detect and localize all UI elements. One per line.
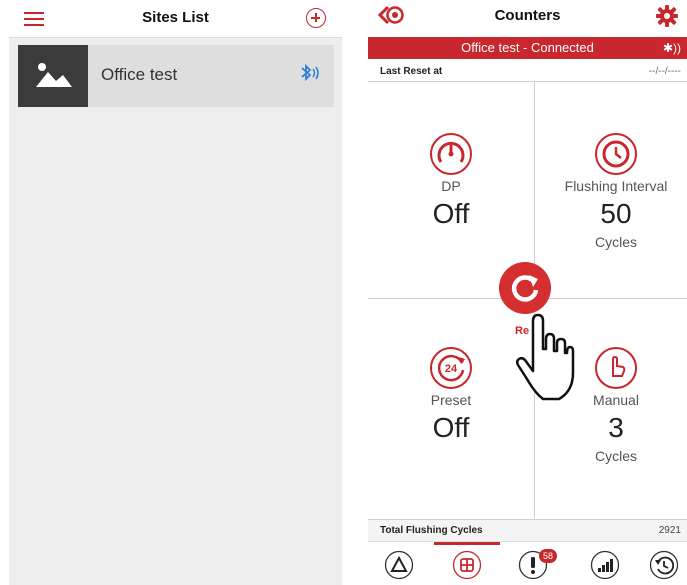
last-reset-label: Last Reset at bbox=[380, 66, 443, 77]
counter-dp[interactable]: DP Off bbox=[376, 132, 526, 230]
nav-warning-tab[interactable] bbox=[384, 550, 414, 580]
preset-icon-text: 24 bbox=[445, 363, 458, 375]
last-reset-row: Last Reset at --/--/---- bbox=[368, 62, 687, 82]
counter-label: DP bbox=[441, 178, 461, 194]
reset-button[interactable] bbox=[499, 262, 551, 314]
bluetooth-icon: ✱)) bbox=[662, 41, 681, 55]
preset-timer-icon: 24 bbox=[429, 346, 473, 390]
tap-gesture-hand-icon bbox=[515, 313, 575, 408]
gauge-icon bbox=[429, 132, 473, 176]
counter-label: Preset bbox=[430, 392, 472, 408]
counter-unit: Cycles bbox=[594, 234, 637, 250]
site-list-item[interactable]: Office test bbox=[18, 45, 334, 107]
page-title: Sites List bbox=[142, 9, 209, 26]
nav-history-tab[interactable] bbox=[649, 550, 679, 580]
counter-value: 3 bbox=[608, 412, 624, 443]
counter-unit: Cycles bbox=[594, 448, 637, 464]
bottom-nav: 58 bbox=[368, 541, 687, 585]
site-name: Office test bbox=[101, 65, 178, 84]
bluetooth-icon bbox=[298, 63, 324, 88]
active-tab-indicator bbox=[434, 542, 500, 545]
app-bar: Counters bbox=[368, 0, 687, 34]
nav-statistics-tab[interactable] bbox=[590, 550, 620, 580]
clock-icon bbox=[594, 132, 638, 176]
counter-value: Off bbox=[432, 198, 470, 229]
hand-pointer-icon bbox=[594, 346, 638, 390]
nav-counters-tab[interactable] bbox=[452, 550, 482, 580]
connection-status-text: Office test - Connected bbox=[461, 40, 594, 55]
app-bar: Sites List bbox=[9, 0, 342, 38]
triangle-icon bbox=[384, 550, 414, 580]
history-icon bbox=[649, 550, 679, 580]
add-site-icon[interactable] bbox=[306, 8, 326, 28]
grid-icon bbox=[452, 550, 482, 580]
refresh-icon bbox=[511, 275, 539, 302]
signal-bars-icon bbox=[590, 550, 620, 580]
alerts-count-badge: 58 bbox=[539, 549, 557, 563]
gear-icon[interactable] bbox=[656, 5, 678, 32]
total-value: 2921 bbox=[658, 525, 681, 536]
image-placeholder-icon bbox=[18, 45, 88, 107]
counter-flushing-interval[interactable]: Flushing Interval 50 Cycles bbox=[541, 132, 687, 250]
counter-preset[interactable]: 24 Preset Off bbox=[376, 346, 526, 444]
last-reset-value: --/--/---- bbox=[648, 66, 681, 77]
counter-label: Flushing Interval bbox=[564, 178, 668, 194]
sites-list-screen: Sites List Office test bbox=[9, 0, 342, 585]
total-label: Total Flushing Cycles bbox=[380, 525, 483, 536]
counter-value: Off bbox=[432, 412, 470, 443]
counter-value: 50 bbox=[600, 198, 632, 229]
connection-status-bar: Office test - Connected ✱)) bbox=[368, 37, 687, 59]
page-title: Counters bbox=[494, 7, 561, 24]
counters-screen: Counters Office test - Connected ✱)) Las… bbox=[368, 0, 687, 585]
total-flushing-cycles-row: Total Flushing Cycles 2921 bbox=[368, 519, 687, 541]
